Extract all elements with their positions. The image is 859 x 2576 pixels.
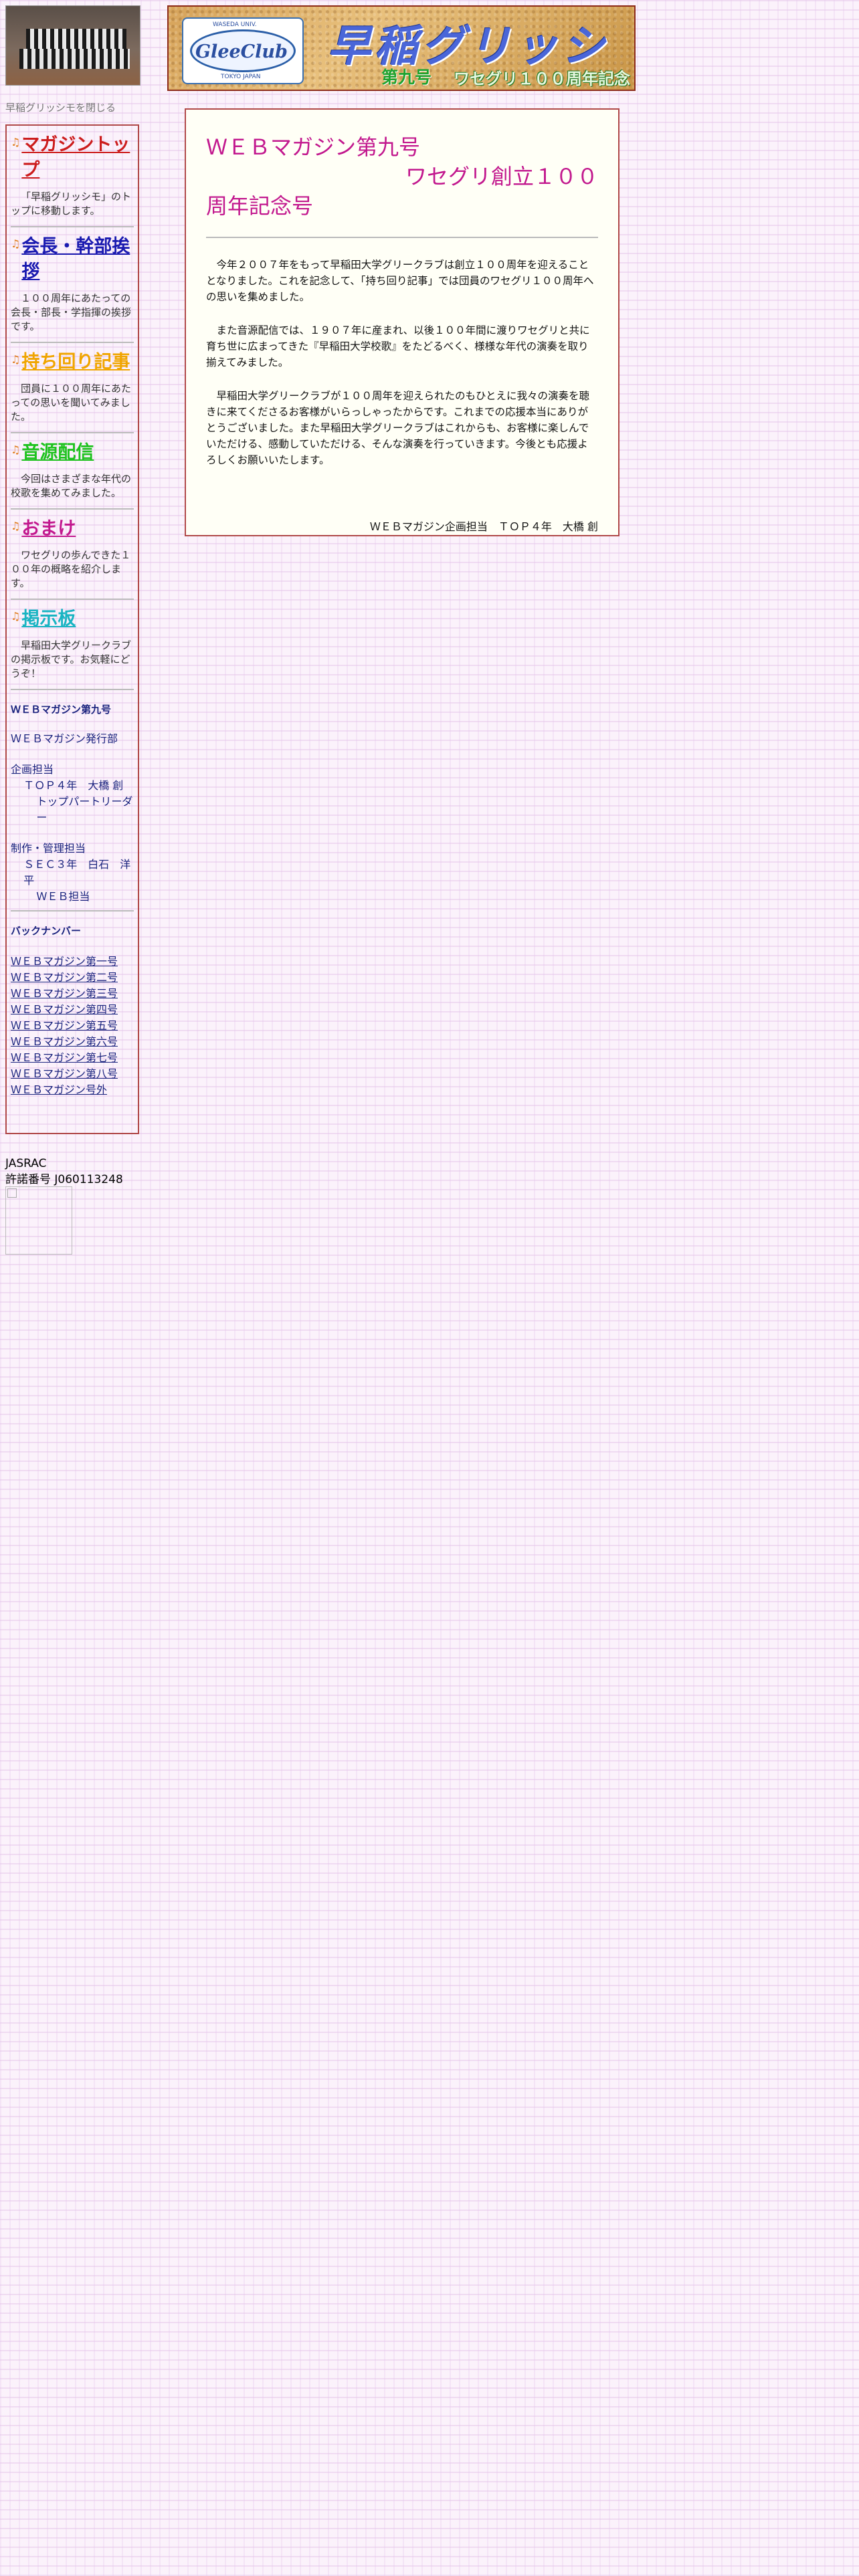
jasrac-logo-image[interactable] <box>5 1186 72 1255</box>
menu-item-desc: 「早稲グリッシモ」のトップに移動します。 <box>11 191 132 217</box>
music-note-icon: ♫ <box>11 443 21 456</box>
back-number-link-3[interactable]: ＷＥＢマガジン第三号 <box>11 986 134 1002</box>
header-banner: WASEDA UNIV. GleeClub TOKYO JAPAN 早稲グリッシ… <box>167 5 636 91</box>
music-note-icon: ♫ <box>11 136 21 148</box>
production-role: ＷＥＢ担当 <box>36 890 90 903</box>
audio-paragraph: また音源配信では、１９０７年に産まれ、以後１００年間に渡りワセグリと共に育ち世に… <box>206 324 590 368</box>
back-number-link-4[interactable]: ＷＥＢマガジン第四号 <box>11 1002 134 1018</box>
music-note-icon: ♫ <box>11 610 21 623</box>
logo-top-text: WASEDA UNIV. <box>213 21 257 28</box>
menu-item-bbs: ♫ 掲示板 早稲田大学グリークラブの掲示板です。お気軽にどうぞ！ <box>11 600 134 690</box>
menu-item-desc: １００周年にあたっての会長・部長・学指揮の挨拶です。 <box>11 292 132 332</box>
extras-link[interactable]: おまけ <box>21 516 76 542</box>
rotating-articles-link[interactable]: 持ち回り記事 <box>21 350 130 375</box>
back-number-link-7[interactable]: ＷＥＢマガジン第七号 <box>11 1050 134 1066</box>
magazine-top-link[interactable]: マガジントップ <box>21 132 134 183</box>
menu-item-desc: ワセグリの歩んできた１００年の概略を紹介します。 <box>11 549 131 589</box>
article-panel: ＷＥＢマガジン第九号 ワセグリ創立１００ 周年記念号 今年２００７年をもって早稲… <box>185 108 619 536</box>
page-title-line-2: ワセグリ創立１００ <box>405 164 598 189</box>
logo-text: GleeClub <box>195 41 288 62</box>
bulletin-board-link[interactable]: 掲示板 <box>21 607 76 632</box>
broken-image-icon <box>7 1188 17 1198</box>
back-numbers: バックナンバー ＷＥＢマガジン第一号 ＷＥＢマガジン第二号 ＷＥＢマガジン第三号… <box>11 924 134 1098</box>
back-number-link-8[interactable]: ＷＥＢマガジン第八号 <box>11 1066 134 1082</box>
menu-item-desc: 早稲田大学グリークラブの掲示板です。お気軽にどうぞ！ <box>11 639 132 679</box>
magazine-issue-title: ＷＥＢマガジン第九号 <box>11 704 112 716</box>
music-note-icon: ♫ <box>11 520 21 532</box>
menu-item-magazine-top: ♫ マガジントップ 「早稲グリッシモ」のトップに移動します。 <box>11 126 134 227</box>
menu-item-greetings: ♫ 会長・幹部挨拶 １００周年にあたっての会長・部長・学指揮の挨拶です。 <box>11 227 134 343</box>
greetings-link[interactable]: 会長・幹部挨拶 <box>21 234 134 285</box>
publisher-label: ＷＥＢマガジン発行部 <box>11 732 118 745</box>
jasrac-license-number: 許諾番号 J060113248 <box>5 1173 123 1186</box>
back-number-link-5[interactable]: ＷＥＢマガジン第五号 <box>11 1018 134 1034</box>
menu-item-audio: ♫ 音源配信 今回はさまざまな年代の校歌を集めてみました。 <box>11 433 134 510</box>
back-number-link-6[interactable]: ＷＥＢマガジン第六号 <box>11 1034 134 1050</box>
planning-name: ＴＯＰ４年 大橋 創 <box>23 779 124 792</box>
music-note-icon: ♫ <box>11 353 21 366</box>
divider <box>206 237 598 238</box>
issue-number: 第九号 <box>381 68 432 87</box>
page-title-line-1: ＷＥＢマガジン第九号 <box>206 134 421 160</box>
menu-item-rotating-articles: ♫ 持ち回り記事 団員に１００周年にあたっての思いを聞いてみました。 <box>11 343 134 433</box>
production-name: ＳＥＣ３年 白石 洋平 <box>23 858 131 887</box>
glee-club-logo: WASEDA UNIV. GleeClub TOKYO JAPAN <box>182 17 304 84</box>
anniversary-subtitle: ワセグリ１００周年記念 <box>454 70 630 88</box>
back-number-link-extra[interactable]: ＷＥＢマガジン号外 <box>11 1082 134 1098</box>
sidebar-menu: ♫ マガジントップ 「早稲グリッシモ」のトップに移動します。 ♫ 会長・幹部挨拶… <box>5 124 139 1134</box>
back-number-link-2[interactable]: ＷＥＢマガジン第二号 <box>11 970 134 986</box>
music-note-icon: ♫ <box>11 237 21 250</box>
planning-role: トップパートリーダー <box>36 795 133 824</box>
logo-bottom-text: TOKYO JAPAN <box>221 74 261 80</box>
back-number-link-1[interactable]: ＷＥＢマガジン第一号 <box>11 954 134 970</box>
thanks-paragraph: 早稲田大学グリークラブが１００周年を迎えられたのもひとえに我々の演奏を聴きに来て… <box>206 390 590 466</box>
jasrac-notice: JASRAC 許諾番号 J060113248 <box>5 1156 123 1188</box>
page-title: ＷＥＢマガジン第九号 ワセグリ創立１００ 周年記念号 <box>206 132 598 221</box>
magazine-credits: ＷＥＢマガジン第九号 ＷＥＢマガジン発行部 企画担当 ＴＯＰ４年 大橋 創 トッ… <box>11 702 134 911</box>
production-label: 制作・管理担当 <box>11 842 86 855</box>
audio-distribution-link[interactable]: 音源配信 <box>21 440 94 465</box>
menu-item-desc: 団員に１００周年にあたっての思いを聞いてみました。 <box>11 383 132 423</box>
back-numbers-title: バックナンバー <box>11 925 82 937</box>
jasrac-label: JASRAC <box>5 1157 47 1170</box>
menu-item-desc: 今回はさまざまな年代の校歌を集めてみました。 <box>11 473 132 499</box>
intro-paragraph: 今年２００７年をもって早稲田大学グリークラブは創立１００周年を迎えることとなりま… <box>206 259 594 303</box>
signature: ＷＥＢマガジン企画担当 ＴＯＰ４年 大橋 創 <box>369 520 598 533</box>
choir-photo <box>5 5 140 86</box>
close-grissimo-link[interactable]: 早稲グリッシモを閉じる <box>5 100 116 114</box>
menu-item-extras: ♫ おまけ ワセグリの歩んできた１００年の概略を紹介します。 <box>11 510 134 600</box>
page-title-line-3: 周年記念号 <box>206 193 314 219</box>
planning-label: 企画担当 <box>11 763 54 776</box>
